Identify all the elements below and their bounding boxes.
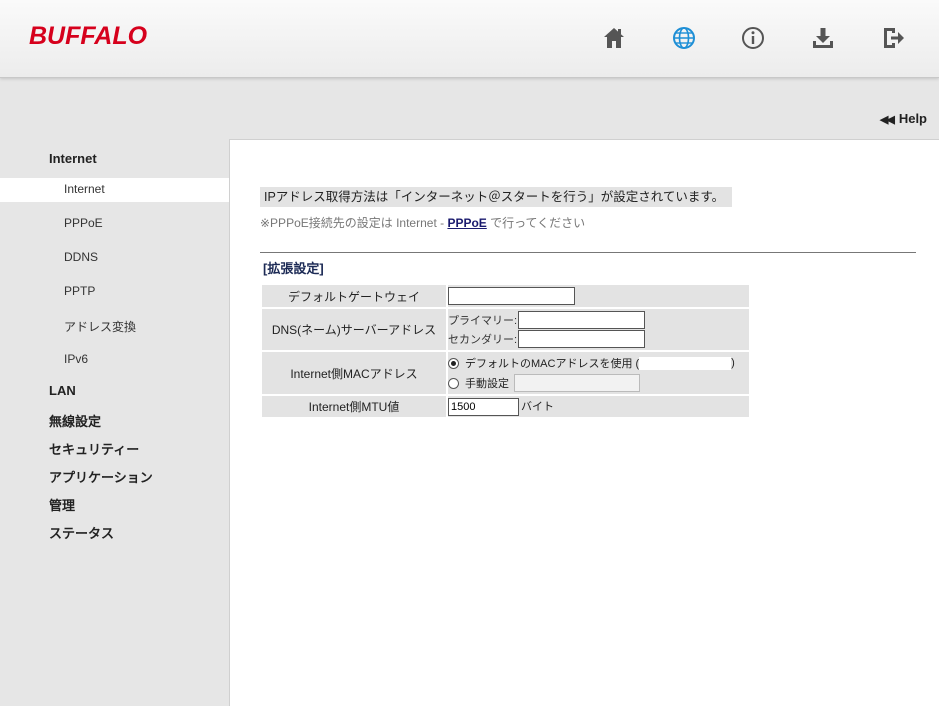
mac-default-row[interactable]: デフォルトのMACアドレスを使用 () [448, 353, 749, 373]
sidebar-section-applications[interactable]: アプリケーション [49, 467, 153, 486]
mac-default-radio[interactable] [448, 357, 459, 369]
table-row: DNS(ネーム)サーバーアドレス プライマリー: セカンダリー: [262, 309, 749, 350]
extended-settings-table: デフォルトゲートウェイ DNS(ネーム)サーバーアドレス プライマリー: セカン… [260, 283, 751, 419]
globe-icon[interactable] [671, 25, 697, 51]
pppoe-link[interactable]: PPPoE [447, 216, 486, 230]
sidebar-item-internet[interactable]: Internet [64, 182, 105, 196]
sidebar-section-internet[interactable]: Internet [49, 151, 97, 166]
sidebar-section-lan[interactable]: LAN [49, 383, 76, 398]
mac-label: Internet側MACアドレス [262, 352, 446, 394]
dns-primary-row: プライマリー: [448, 311, 749, 330]
help-toggle[interactable]: ◀◀ Help [880, 111, 927, 126]
mac-address-redacted [639, 356, 732, 370]
help-label: Help [898, 111, 927, 126]
sidebar-item-pptp[interactable]: PPTP [64, 284, 95, 298]
dns-primary-label: プライマリー: [448, 315, 518, 327]
default-gateway-input[interactable] [448, 287, 575, 305]
mac-cell: デフォルトのMACアドレスを使用 () 手動設定 [448, 352, 749, 394]
mac-manual-input[interactable] [514, 374, 640, 392]
mtu-label: Internet側MTU値 [262, 396, 446, 417]
table-row: Internet側MTU値 バイト [262, 396, 749, 417]
dns-primary-input[interactable] [518, 311, 645, 329]
dns-cell: プライマリー: セカンダリー: [448, 309, 749, 350]
dns-secondary-label: セカンダリー: [448, 334, 518, 346]
sidebar-section-admin[interactable]: 管理 [49, 495, 75, 514]
main-panel: IPアドレス取得方法は「インターネット＠スタートを行う」が設定されています。 ※… [229, 139, 939, 706]
mac-default-close: ) [731, 357, 735, 369]
mtu-unit: バイト [521, 400, 554, 413]
download-icon[interactable] [810, 25, 836, 51]
buffalo-logo: BUFFALO [29, 22, 148, 50]
extended-settings-title: [拡張設定] [263, 261, 324, 276]
pppoe-note-prefix: ※PPPoE接続先の設定は Internet - [260, 216, 448, 230]
gateway-cell [448, 285, 749, 307]
info-icon[interactable] [740, 25, 766, 51]
dns-secondary-row: セカンダリー: [448, 330, 749, 349]
sidebar-section-status[interactable]: ステータス [49, 523, 114, 542]
double-left-arrow-icon: ◀◀ [879, 114, 895, 126]
table-row: デフォルトゲートウェイ [262, 285, 749, 307]
pppoe-note-suffix: で行ってください [486, 216, 586, 230]
sidebar-active-highlight [0, 178, 229, 202]
section-divider [260, 252, 916, 253]
sidebar-section-wireless[interactable]: 無線設定 [49, 411, 101, 430]
pppoe-note: ※PPPoE接続先の設定は Internet - PPPoE で行ってください [260, 214, 585, 231]
logout-icon[interactable] [880, 25, 906, 51]
sidebar-item-ipv6[interactable]: IPv6 [64, 352, 88, 366]
top-header: BUFFALO [0, 0, 939, 78]
mtu-input[interactable] [448, 397, 519, 416]
mac-manual-radio[interactable] [448, 377, 459, 389]
sidebar-section-security[interactable]: セキュリティー [49, 439, 139, 458]
home-icon[interactable] [601, 25, 627, 51]
mac-default-label: デフォルトのMACアドレスを使用 ( [465, 358, 640, 370]
ip-method-notice: IPアドレス取得方法は「インターネット＠スタートを行う」が設定されています。 [260, 187, 733, 207]
dns-secondary-input[interactable] [518, 330, 645, 348]
sidebar-item-nat[interactable]: アドレス変換 [64, 318, 136, 335]
gateway-label: デフォルトゲートウェイ [262, 285, 446, 307]
mac-manual-label: 手動設定 [465, 378, 509, 390]
mtu-cell: バイト [448, 396, 749, 417]
sidebar-item-ddns[interactable]: DDNS [64, 250, 98, 264]
table-row: Internet側MACアドレス デフォルトのMACアドレスを使用 () 手動設… [262, 352, 749, 394]
sidebar-item-pppoe[interactable]: PPPoE [64, 216, 103, 230]
mac-manual-row[interactable]: 手動設定 [448, 373, 749, 393]
dns-label: DNS(ネーム)サーバーアドレス [262, 309, 446, 350]
